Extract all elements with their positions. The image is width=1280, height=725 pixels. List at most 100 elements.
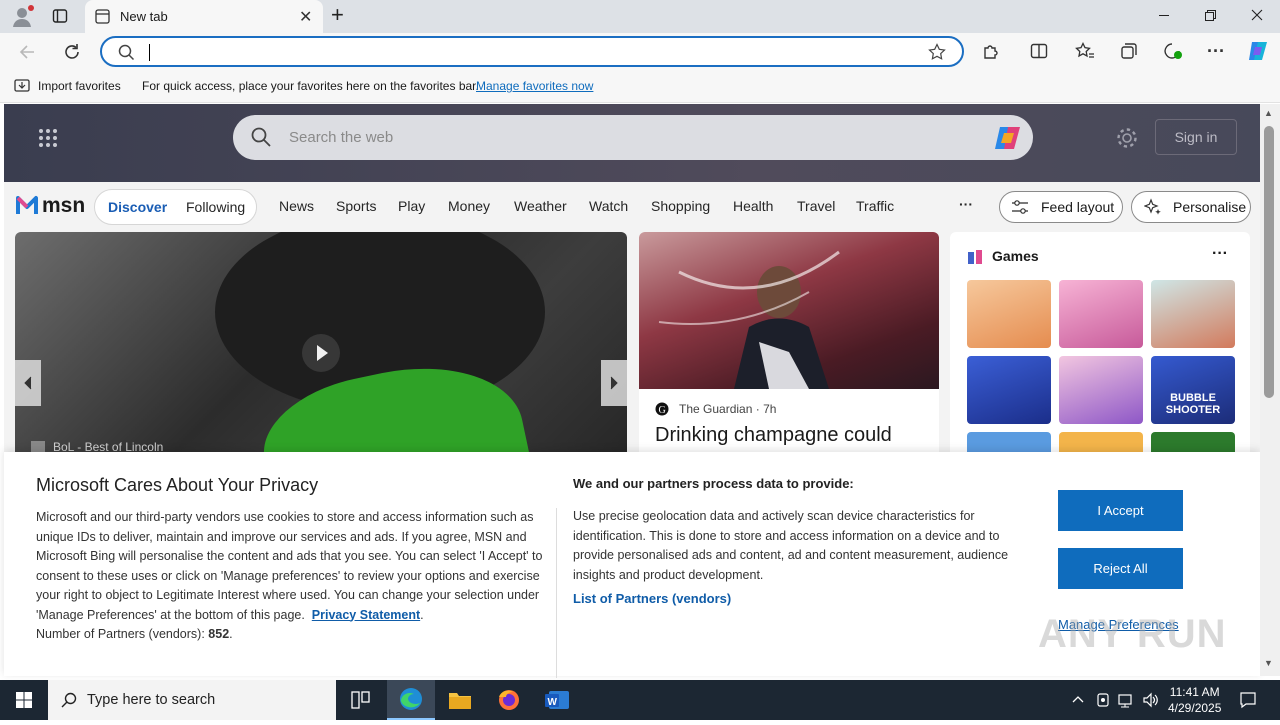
close-window-button[interactable]	[1250, 8, 1264, 22]
privacy-divider	[556, 508, 557, 678]
nav-health[interactable]: Health	[733, 198, 773, 214]
nav-traffic[interactable]: Traffic	[856, 198, 894, 214]
feed-layout-button[interactable]: Feed layout	[999, 191, 1123, 223]
collections-icon[interactable]	[1120, 42, 1138, 65]
notifications-icon[interactable]	[1239, 691, 1257, 714]
favorites-bar-message: For quick access, place your favorites h…	[142, 79, 479, 93]
tray-device-icon[interactable]	[1096, 692, 1110, 713]
manage-favorites-link[interactable]: Manage favorites now	[476, 79, 593, 93]
volume-icon[interactable]	[1142, 692, 1160, 713]
scroll-down-icon[interactable]: ▼	[1264, 658, 1273, 668]
favorites-icon[interactable]	[1075, 41, 1095, 65]
taskbar-search[interactable]: Type here to search	[48, 680, 336, 720]
games-title: Games	[992, 248, 1039, 264]
game-tile-3[interactable]	[1151, 280, 1235, 348]
nav-travel[interactable]: Travel	[797, 198, 835, 214]
privacy-title: Microsoft Cares About Your Privacy	[36, 475, 319, 495]
favorites-bar: Import favorites For quick access, place…	[0, 70, 1280, 103]
msn-logo[interactable]: msn	[16, 194, 85, 218]
start-button[interactable]	[0, 680, 48, 720]
favorite-star-icon[interactable]	[928, 43, 946, 66]
personalise-button[interactable]: Personalise	[1131, 191, 1251, 223]
clock-date: 4/29/2025	[1168, 701, 1222, 715]
taskbar: Type here to search W 11:41 AM 4/29/2025	[0, 680, 1280, 720]
import-favorites-icon[interactable]	[14, 78, 31, 97]
taskbar-search-icon	[61, 692, 77, 713]
system-clock[interactable]: 11:41 AM 4/29/2025	[1168, 684, 1221, 716]
svg-text:W: W	[548, 697, 558, 708]
tab-following[interactable]: Following	[186, 199, 245, 215]
back-icon[interactable]	[18, 42, 38, 67]
data-processing-title: We and our partners process data to prov…	[573, 476, 854, 491]
msn-nav-bar: msn Discover Following News Sports Play …	[4, 182, 1260, 232]
play-icon[interactable]	[302, 334, 340, 372]
tab-new-tab[interactable]: New tab ✕	[85, 0, 323, 33]
nav-play[interactable]: Play	[398, 198, 425, 214]
privacy-body: Microsoft and our third-party vendors us…	[36, 510, 543, 641]
carousel-prev-button[interactable]	[15, 360, 41, 406]
browser-essentials-icon[interactable]	[1163, 42, 1183, 65]
profile-icon[interactable]	[10, 5, 34, 29]
reject-all-button[interactable]: Reject All	[1058, 548, 1183, 589]
address-bar[interactable]	[100, 36, 964, 67]
settings-more-icon[interactable]: ···	[1207, 41, 1225, 62]
copilot-icon[interactable]	[1246, 39, 1270, 68]
partners-list-link[interactable]: List of Partners (vendors)	[573, 591, 731, 606]
tab-title: New tab	[120, 9, 168, 24]
sparkle-icon	[1143, 198, 1162, 219]
nav-weather[interactable]: Weather	[514, 198, 567, 214]
game-tile-1[interactable]	[967, 280, 1051, 348]
tab-close-icon[interactable]: ✕	[299, 7, 312, 27]
game-tile-2[interactable]	[1059, 280, 1143, 348]
file-explorer-icon[interactable]	[436, 680, 484, 720]
sign-in-button[interactable]: Sign in	[1155, 119, 1237, 155]
scroll-up-icon[interactable]: ▲	[1264, 108, 1273, 118]
nav-watch[interactable]: Watch	[589, 198, 628, 214]
msn-settings-gear-icon[interactable]	[1116, 127, 1138, 154]
new-tab-button[interactable]: +	[331, 4, 351, 28]
news-card[interactable]: G The Guardian · 7h Drinking champagne c…	[639, 232, 939, 472]
word-icon[interactable]: W	[533, 680, 581, 720]
game-tile-6[interactable]: BUBBLE SHOOTER	[1151, 356, 1235, 424]
firefox-icon[interactable]	[485, 680, 533, 720]
news-card-source: The Guardian · 7h	[679, 402, 777, 416]
split-screen-icon[interactable]	[1030, 42, 1048, 65]
refresh-icon[interactable]	[62, 42, 82, 67]
copilot-search-icon[interactable]	[993, 124, 1023, 157]
tab-actions-icon[interactable]	[52, 8, 68, 24]
text-cursor	[149, 44, 150, 61]
msn-search-box[interactable]: Search the web	[233, 115, 1033, 160]
nav-shopping[interactable]: Shopping	[651, 198, 710, 214]
nav-money[interactable]: Money	[448, 198, 490, 214]
privacy-statement-link[interactable]: Privacy Statement	[312, 608, 420, 622]
accept-button[interactable]: I Accept	[1058, 490, 1183, 531]
edge-taskbar-icon[interactable]	[387, 680, 435, 720]
tab-discover[interactable]: Discover	[108, 199, 167, 215]
app-launcher-icon[interactable]	[38, 128, 58, 153]
search-icon	[118, 44, 135, 66]
nav-news[interactable]: News	[279, 198, 314, 214]
restore-button[interactable]	[1203, 8, 1217, 22]
scrollbar-thumb[interactable]	[1264, 126, 1274, 398]
carousel-next-button[interactable]	[601, 360, 627, 406]
game-tile-5[interactable]	[1059, 356, 1143, 424]
extensions-icon[interactable]	[982, 42, 1000, 65]
bubble-shooter-text: BUBBLE SHOOTER	[1165, 392, 1221, 416]
games-more-icon[interactable]: ···	[1212, 245, 1228, 263]
games-widget: Games ··· BUBBLE SHOOTER	[950, 232, 1250, 472]
taskbar-search-placeholder: Type here to search	[87, 692, 216, 708]
partners-count: 852	[208, 627, 230, 641]
page-scrollbar[interactable]: ▲ ▼	[1260, 104, 1280, 676]
network-icon[interactable]	[1118, 692, 1136, 713]
video-carousel[interactable]: BoL - Best of Lincoln	[15, 232, 627, 462]
game-tile-4[interactable]	[967, 356, 1051, 424]
tray-chevron-icon[interactable]	[1071, 692, 1085, 711]
nav-sports[interactable]: Sports	[336, 198, 376, 214]
news-card-headline[interactable]: Drinking champagne could	[655, 424, 892, 447]
nav-more[interactable]: ···	[959, 196, 973, 212]
minimize-button[interactable]	[1157, 8, 1171, 22]
import-favorites-button[interactable]: Import favorites	[38, 79, 121, 93]
games-icon	[966, 248, 984, 271]
task-view-icon[interactable]	[336, 680, 384, 720]
personalise-label: Personalise	[1173, 199, 1247, 215]
